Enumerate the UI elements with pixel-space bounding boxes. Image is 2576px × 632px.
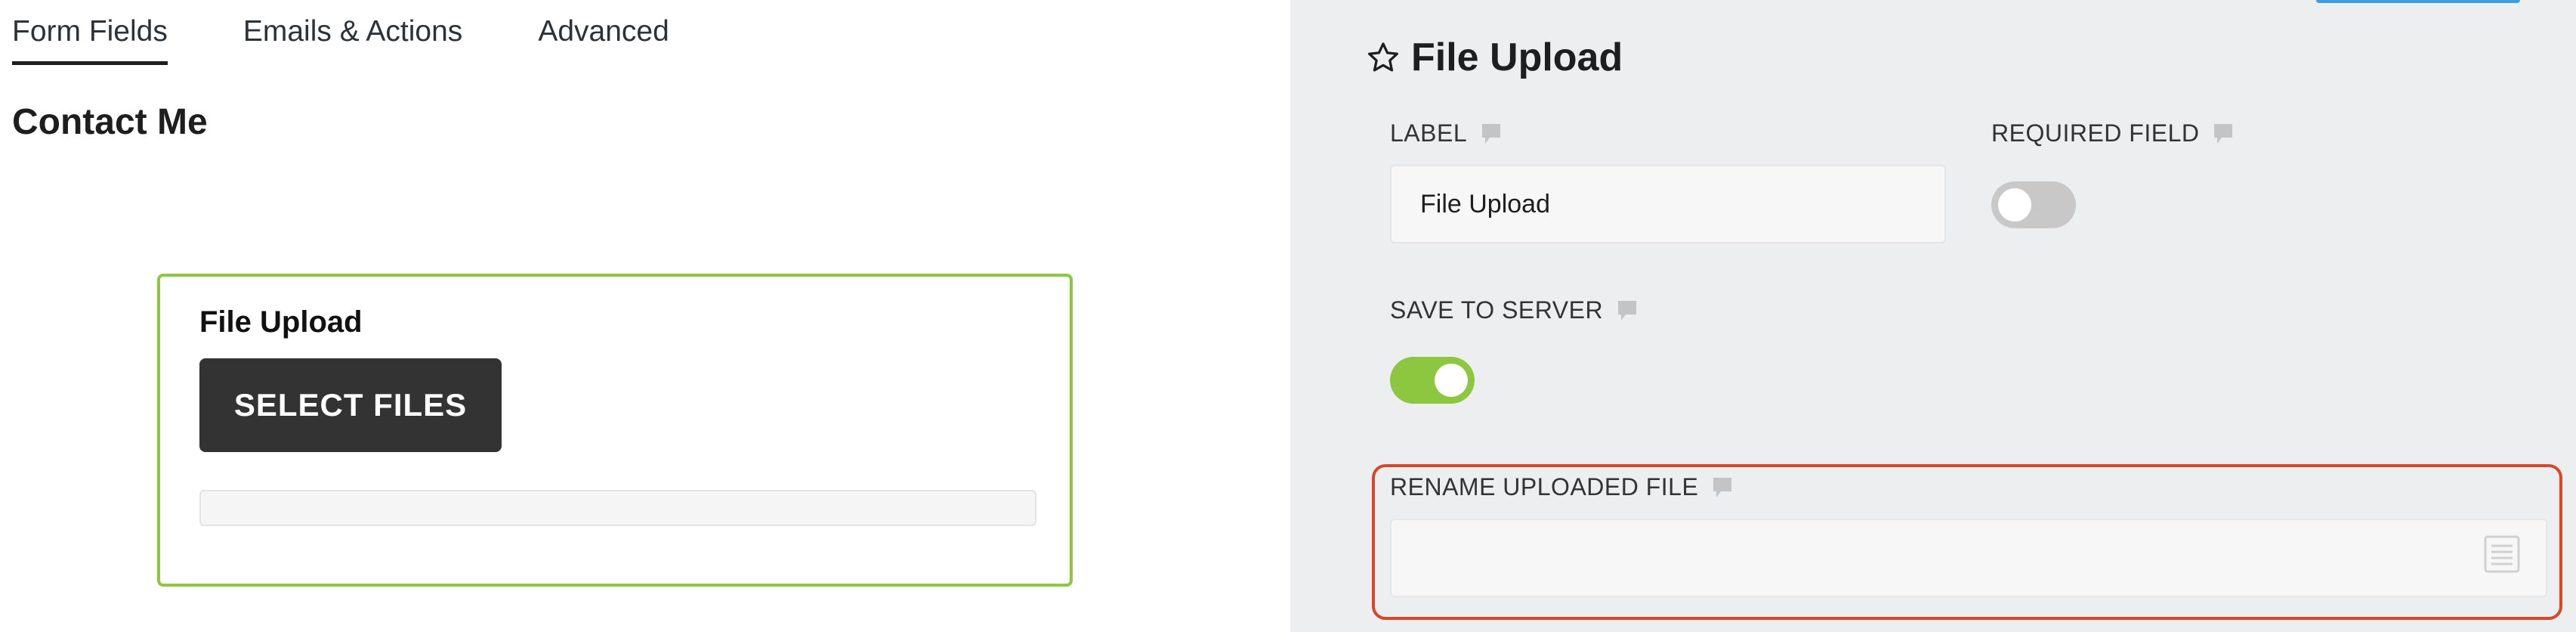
required-field-toggle[interactable] — [1991, 181, 2076, 228]
done-button-edge[interactable] — [2316, 0, 2520, 3]
field-label: File Upload — [199, 305, 363, 339]
help-icon[interactable] — [2213, 122, 2234, 145]
builder-tabs: Form Fields Emails & Actions Advanced — [12, 15, 745, 65]
panel-header: File Upload — [1366, 35, 1623, 80]
toggle-knob — [1998, 188, 2031, 222]
help-icon[interactable] — [1481, 122, 1502, 145]
merge-tag-icon[interactable] — [2484, 535, 2520, 580]
rename-setting-text: RENAME UPLOADED FILE — [1390, 473, 1699, 500]
toggle-knob — [1435, 364, 1468, 397]
help-icon[interactable] — [1712, 476, 1733, 499]
tab-emails-actions[interactable]: Emails & Actions — [243, 15, 462, 65]
label-setting-text: LABEL — [1390, 119, 1468, 147]
required-setting-text: REQUIRED FIELD — [1991, 119, 2200, 147]
tab-form-fields[interactable]: Form Fields — [12, 15, 168, 65]
upload-progress-bar — [199, 490, 1036, 526]
help-icon[interactable] — [1617, 299, 1638, 322]
rename-setting-label: RENAME UPLOADED FILE — [1390, 473, 1733, 501]
rename-file-input[interactable] — [1390, 519, 2547, 597]
star-icon[interactable] — [1366, 40, 1401, 75]
select-files-button[interactable]: SELECT FILES — [199, 358, 502, 452]
panel-title: File Upload — [1411, 36, 1623, 79]
label-input[interactable]: File Upload — [1390, 165, 1946, 243]
save-to-server-setting-text: SAVE TO SERVER — [1390, 296, 1604, 324]
save-to-server-setting-label: SAVE TO SERVER — [1390, 296, 1638, 324]
tab-advanced[interactable]: Advanced — [538, 15, 669, 65]
required-setting-label: REQUIRED FIELD — [1991, 119, 2234, 147]
label-setting-label: LABEL — [1390, 119, 1502, 147]
form-title: Contact Me — [12, 102, 208, 142]
field-settings-panel: File Upload LABEL File Upload REQUIRED F… — [1290, 0, 2576, 632]
form-builder-canvas: Form Fields Emails & Actions Advanced Co… — [0, 0, 1290, 632]
save-to-server-toggle[interactable] — [1390, 357, 1475, 404]
file-upload-field-preview[interactable]: File Upload SELECT FILES — [157, 274, 1073, 587]
